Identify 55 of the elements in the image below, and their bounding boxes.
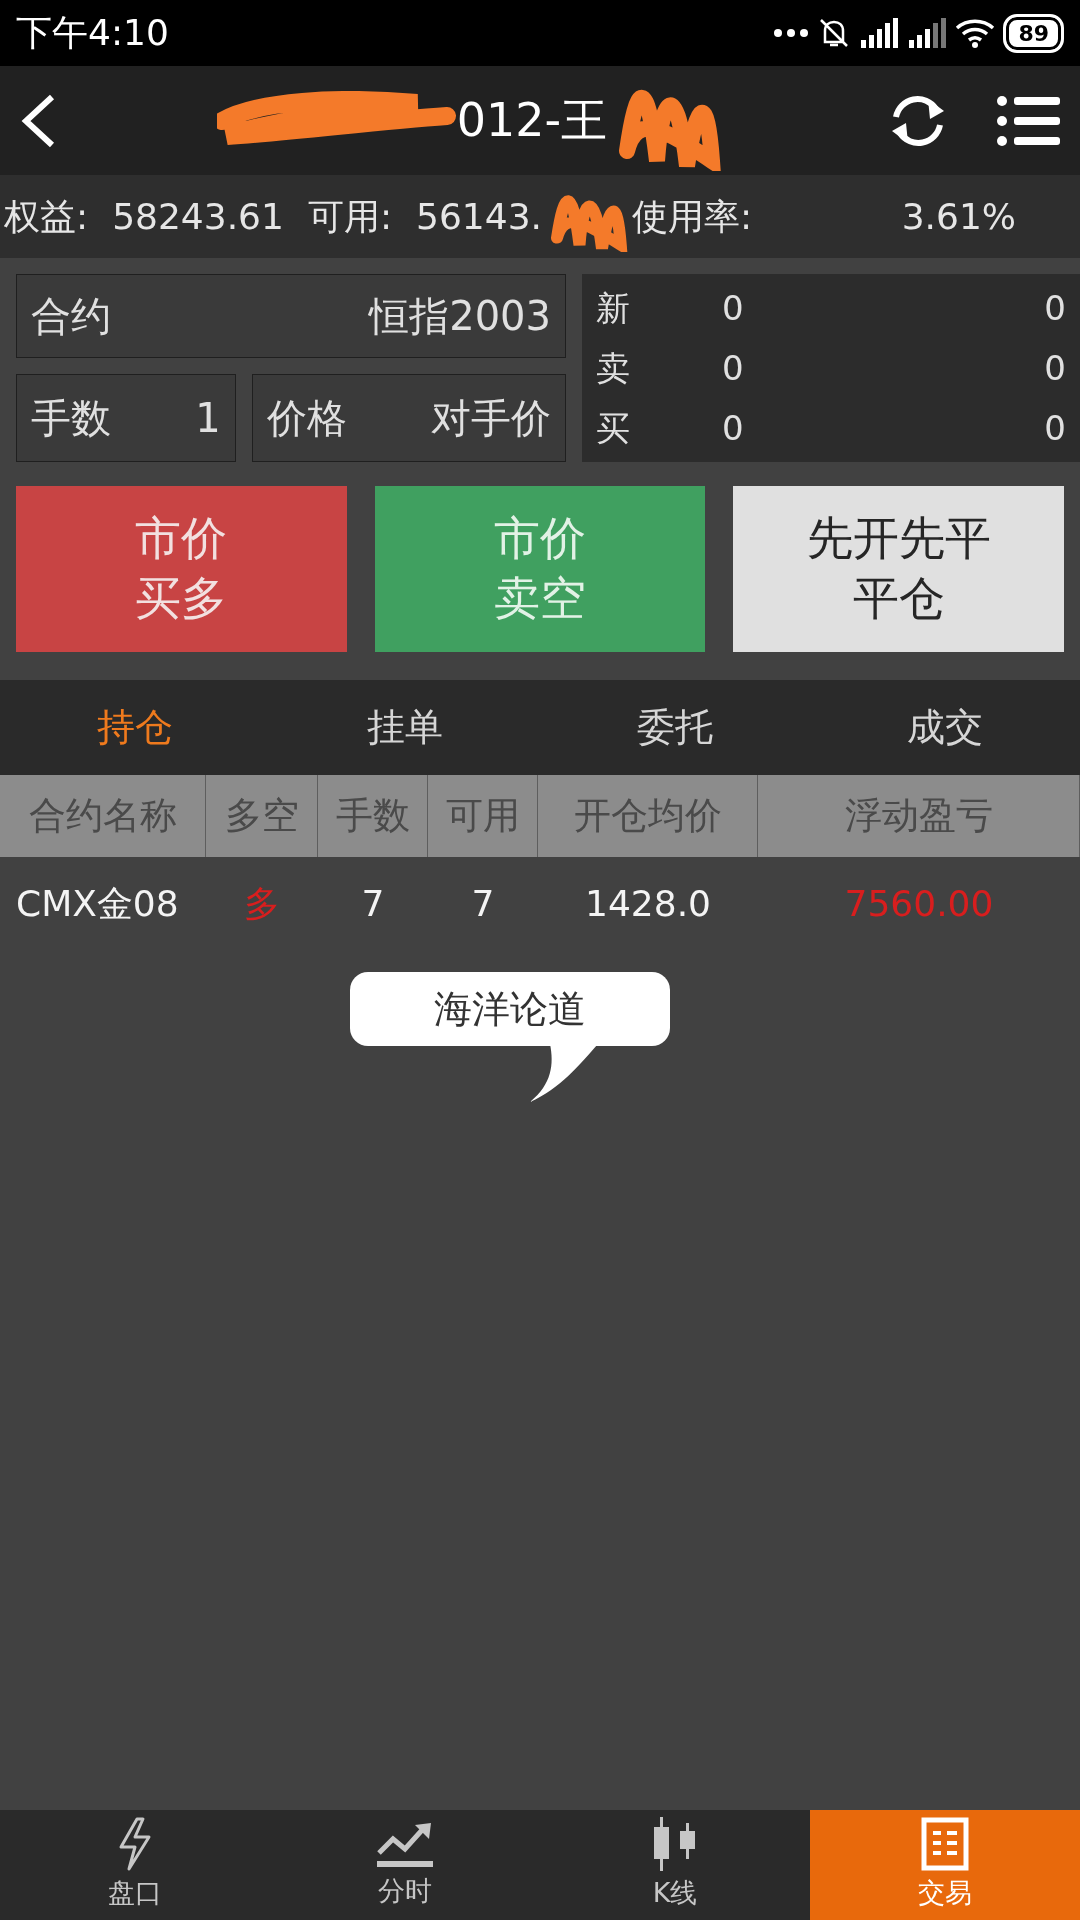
- tab[interactable]: 委托: [540, 680, 810, 775]
- back-icon[interactable]: [20, 92, 56, 149]
- close-button[interactable]: 先开先平 平仓: [733, 486, 1064, 652]
- signal-icon: [859, 18, 900, 48]
- battery-indicator: 89: [1003, 13, 1064, 53]
- field-label: 合约: [31, 292, 111, 341]
- status-time: 下午4:10: [16, 11, 169, 55]
- stat-value: 58243.61: [112, 194, 284, 239]
- buy-button[interactable]: 市价 买多: [16, 486, 347, 652]
- column-header: 浮动盈亏: [758, 775, 1080, 857]
- signal-icon: [907, 18, 948, 48]
- quote-label: 新: [596, 286, 630, 330]
- price-field[interactable]: 价格 对手价: [251, 374, 566, 462]
- quote-value: 0: [1044, 286, 1066, 330]
- tab[interactable]: 成交: [810, 680, 1080, 775]
- column-header: 可用: [428, 775, 538, 857]
- table-cell-text: 7: [360, 881, 386, 926]
- table-cell-text: 多: [243, 881, 281, 926]
- table-cell-text: 7560.00: [843, 881, 995, 926]
- field-label: 价格: [266, 394, 347, 443]
- document-icon: [921, 1816, 969, 1871]
- quote-label: 卖: [596, 346, 630, 390]
- nav-tab[interactable]: 分时: [270, 1810, 540, 1920]
- table-cell-text: 1428.0: [584, 881, 712, 926]
- tab[interactable]: 持仓: [0, 680, 270, 775]
- stat-label: 使用率:: [632, 194, 753, 239]
- stat-value: 3.61%: [901, 194, 1016, 239]
- more-dots-icon: [773, 28, 810, 38]
- stat-label: 权益:: [3, 194, 89, 239]
- table-cell-text: 7: [470, 881, 496, 926]
- quote-value: 0: [1044, 346, 1066, 390]
- account-title: 012-王: [456, 92, 608, 149]
- field-label: 手数: [31, 394, 111, 443]
- nav-tab[interactable]: K线: [540, 1810, 810, 1920]
- quote-value: 0: [722, 286, 744, 330]
- field-value: 对手价: [431, 394, 551, 443]
- column-header: 合约名称: [0, 775, 206, 857]
- tab[interactable]: 挂单: [270, 680, 540, 775]
- column-header: 多空: [206, 775, 318, 857]
- nav-tab[interactable]: 盘口: [0, 1810, 270, 1920]
- quote-value: 0: [722, 346, 744, 390]
- table-cell-text: CMX金08: [15, 881, 180, 926]
- quote-value: 0: [722, 406, 744, 450]
- quote-value: 0: [1044, 406, 1066, 450]
- lots-field[interactable]: 手数 1: [16, 374, 236, 462]
- stat-label: 可用:: [307, 194, 393, 239]
- column-header: 开仓均价: [538, 775, 758, 857]
- field-value: 1: [195, 394, 221, 443]
- column-header: 手数: [318, 775, 428, 857]
- menu-icon[interactable]: [996, 94, 1060, 147]
- contract-field[interactable]: 合约 恒指2003: [16, 274, 566, 358]
- stat-value: 56143.: [416, 194, 543, 239]
- quote-label: 买: [596, 406, 630, 450]
- field-value: 恒指2003: [369, 292, 551, 341]
- wifi-icon: [955, 17, 996, 49]
